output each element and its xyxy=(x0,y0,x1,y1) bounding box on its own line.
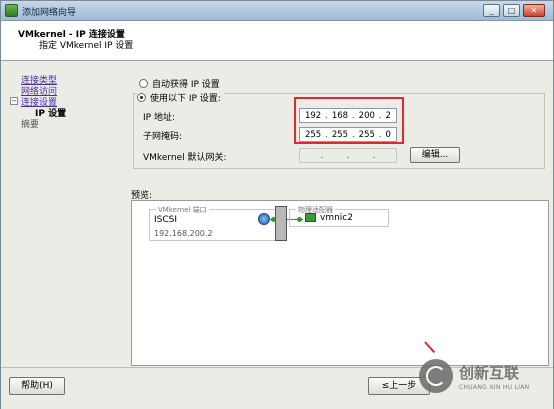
minimize-button[interactable]: _ xyxy=(483,4,500,17)
auto-ip-option[interactable]: 自动获得 IP 设置 xyxy=(139,77,220,90)
edit-gateway-button[interactable]: 编辑... xyxy=(410,147,460,163)
manual-ip-label: 使用以下 IP 设置: xyxy=(150,94,221,104)
red-highlight-box xyxy=(294,97,404,144)
watermark-text-cn: 创新互联 xyxy=(459,364,520,382)
title-bar[interactable]: 添加网络向导 _ □ ✕ xyxy=(1,1,553,21)
network-adapter-icon xyxy=(305,213,316,222)
vmkernel-port-legend: VMkernel 端口 xyxy=(156,205,209,215)
wizard-header: VMkernel - IP 连接设置 指定 VMkernel IP 设置 xyxy=(1,21,553,61)
gateway-label: VMkernel 默认网关: xyxy=(143,153,227,163)
port-ip: 192.168.200.2 xyxy=(154,229,213,238)
manual-ip-option[interactable]: 使用以下 IP 设置: xyxy=(137,91,224,104)
preview-diagram: VMkernel 端口 ISCSI 192.168.200.2 物理适配器 vm… xyxy=(131,200,549,366)
vswitch-icon xyxy=(275,206,287,241)
watermark: 创新互联 CHUANG XIN HU LIAN xyxy=(413,353,551,405)
vmkernel-port-box: VMkernel 端口 ISCSI 192.168.200.2 xyxy=(149,205,277,241)
gw-dot: . xyxy=(320,150,324,161)
wizard-window: 添加网络向导 _ □ ✕ VMkernel - IP 连接设置 指定 VMker… xyxy=(0,0,554,409)
subnet-mask-label: 子网掩码: xyxy=(143,132,183,142)
help-button[interactable]: 帮助(H) xyxy=(9,377,65,395)
close-button[interactable]: ✕ xyxy=(523,4,545,17)
ip-address-label: IP 地址: xyxy=(143,113,175,123)
maximize-button[interactable]: □ xyxy=(503,4,520,17)
physical-adapter-box: 物理适配器 vmnic2 xyxy=(289,205,389,227)
nic-name: vmnic2 xyxy=(320,213,353,223)
watermark-logo-icon xyxy=(419,359,453,393)
port-name: ISCSI xyxy=(154,215,178,225)
page-subtitle: 指定 VMkernel IP 设置 xyxy=(39,41,134,51)
window-title: 添加网络向导 xyxy=(22,8,77,18)
manual-ip-radio[interactable] xyxy=(137,93,146,102)
auto-ip-radio[interactable] xyxy=(139,79,148,88)
auto-ip-label: 自动获得 IP 设置 xyxy=(152,80,220,90)
network-wizard-icon xyxy=(5,4,18,17)
gw-dot: . xyxy=(346,150,350,161)
gateway-field: . . . xyxy=(299,148,397,163)
watermark-text-en: CHUANG XIN HU LIAN xyxy=(459,384,530,391)
ip-settings-panel: 自动获得 IP 设置 使用以下 IP 设置: IP 地址: 192. 168. … xyxy=(129,73,547,173)
nav-step-ip-settings: IP 设置 xyxy=(35,109,67,119)
gw-dot: . xyxy=(372,150,376,161)
tree-collapse-icon[interactable]: − xyxy=(10,97,18,105)
nav-step-summary: 摘要 xyxy=(21,120,40,130)
